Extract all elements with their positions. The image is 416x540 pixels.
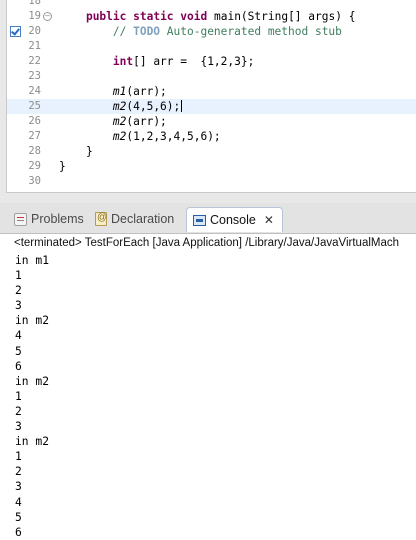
console-line: 3 xyxy=(15,299,22,313)
code-line[interactable]: 27 m2(1,2,3,4,5,6); xyxy=(7,129,416,144)
code-token: } xyxy=(59,145,93,158)
code-token: } xyxy=(59,160,66,173)
code-token: m1 xyxy=(112,85,127,98)
code-line[interactable]: 24 m1(arr); xyxy=(7,84,416,99)
code-token: m2 xyxy=(112,100,127,113)
code-text: m2(1,2,3,4,5,6); xyxy=(59,129,221,144)
console-line: in m2 xyxy=(15,435,50,449)
view-tab-bar: Problems Declaration Console ✕ xyxy=(0,203,416,233)
console-line: in m1 xyxy=(15,254,50,267)
close-icon[interactable]: ✕ xyxy=(264,213,274,227)
code-editor[interactable]: 18 19− public static void main(String[] a… xyxy=(6,0,416,193)
code-text: public static void main(String[] args) { xyxy=(59,9,355,24)
console-line: 4 xyxy=(15,329,22,343)
code-line[interactable]: 19− public static void main(String[] arg… xyxy=(7,9,416,24)
line-number: 25 xyxy=(28,100,41,112)
console-line: 2 xyxy=(15,404,22,418)
tab-console-label: Console xyxy=(210,213,256,227)
line-number: 20 xyxy=(28,25,41,37)
tab-console[interactable]: Console ✕ xyxy=(186,207,283,232)
code-token: (arr); xyxy=(126,85,167,98)
console-line: 2 xyxy=(15,465,22,479)
problems-icon xyxy=(14,212,27,226)
code-token: static xyxy=(133,10,174,23)
code-token: TODO xyxy=(133,25,161,38)
console-line: 1 xyxy=(15,450,22,464)
console-view[interactable]: <terminated> TestForEach [Java Applicati… xyxy=(0,233,416,540)
code-line[interactable]: 21 xyxy=(7,39,416,54)
code-token: (arr); xyxy=(126,115,167,128)
tab-declaration[interactable]: Declaration xyxy=(95,207,174,231)
line-number: 21 xyxy=(28,40,41,52)
code-token: main(String[] args) { xyxy=(207,10,356,23)
console-line: 3 xyxy=(15,480,22,494)
tab-problems[interactable]: Problems xyxy=(14,207,84,231)
code-line[interactable]: 25 m2(4,5,6); xyxy=(7,99,416,114)
code-token: int xyxy=(112,55,134,68)
console-icon xyxy=(193,214,206,226)
line-number: 24 xyxy=(28,85,41,97)
code-line[interactable]: 29} xyxy=(7,159,416,174)
line-number: 26 xyxy=(28,115,41,127)
code-token: m2 xyxy=(112,130,127,143)
console-output[interactable]: in m1 1 2 3 in m2 4 5 6 in m2 1 2 3 in m2 1 2 3 4 5 6 xyxy=(15,253,49,540)
code-token: [] arr = {1,2,3}; xyxy=(133,55,255,68)
console-line: 3 xyxy=(15,420,22,434)
code-token: m2 xyxy=(112,115,127,128)
code-token: public xyxy=(85,10,127,23)
console-line: 6 xyxy=(15,525,22,539)
line-number: 27 xyxy=(28,130,41,142)
line-number: 19 xyxy=(28,10,41,22)
line-number: 28 xyxy=(28,145,41,157)
tab-problems-label: Problems xyxy=(31,212,84,226)
console-line: 5 xyxy=(15,344,22,358)
line-number: 29 xyxy=(28,160,41,172)
code-token: (4,5,6); xyxy=(126,100,181,113)
tab-declaration-label: Declaration xyxy=(111,212,175,226)
console-line: 5 xyxy=(15,510,22,524)
code-text: } xyxy=(59,159,66,174)
console-line: in m2 xyxy=(15,374,50,388)
code-line[interactable]: 20 // TODO Auto-generated method stub xyxy=(7,24,416,39)
code-line[interactable]: 30 xyxy=(7,174,416,189)
console-line: 4 xyxy=(15,495,22,509)
code-line[interactable]: 22 int[] arr = {1,2,3}; xyxy=(7,54,416,69)
code-token: void xyxy=(180,10,208,23)
code-line[interactable]: 28 } xyxy=(7,144,416,159)
text-caret xyxy=(181,100,183,112)
code-text: m2(4,5,6); xyxy=(59,99,183,114)
code-token: (1,2,3,4,5,6); xyxy=(126,130,221,143)
console-line: 2 xyxy=(15,284,22,298)
line-number: 30 xyxy=(28,175,41,187)
console-header: <terminated> TestForEach [Java Applicati… xyxy=(14,237,400,249)
fold-toggle-icon[interactable]: − xyxy=(43,12,52,21)
code-text: m2(arr); xyxy=(59,114,167,129)
code-text: } xyxy=(59,144,93,159)
code-line[interactable]: 26 m2(arr); xyxy=(7,114,416,129)
line-number: 22 xyxy=(28,55,41,67)
code-line[interactable]: 23 xyxy=(7,69,416,84)
console-line: 1 xyxy=(15,389,22,403)
code-text: m1(arr); xyxy=(59,84,167,99)
code-token: // xyxy=(59,25,134,38)
code-text: // TODO Auto-generated method stub xyxy=(59,24,342,39)
declaration-icon xyxy=(95,212,107,226)
code-text: int[] arr = {1,2,3}; xyxy=(59,54,254,69)
console-line: 1 xyxy=(15,269,22,283)
task-checkbox-icon[interactable] xyxy=(10,26,21,37)
line-number: 18 xyxy=(28,0,41,7)
line-number: 23 xyxy=(28,70,41,82)
console-line: in m2 xyxy=(15,314,50,328)
code-token: Auto-generated method stub xyxy=(160,25,342,38)
console-line: 6 xyxy=(15,359,22,373)
code-line[interactable]: 18 xyxy=(7,0,416,9)
